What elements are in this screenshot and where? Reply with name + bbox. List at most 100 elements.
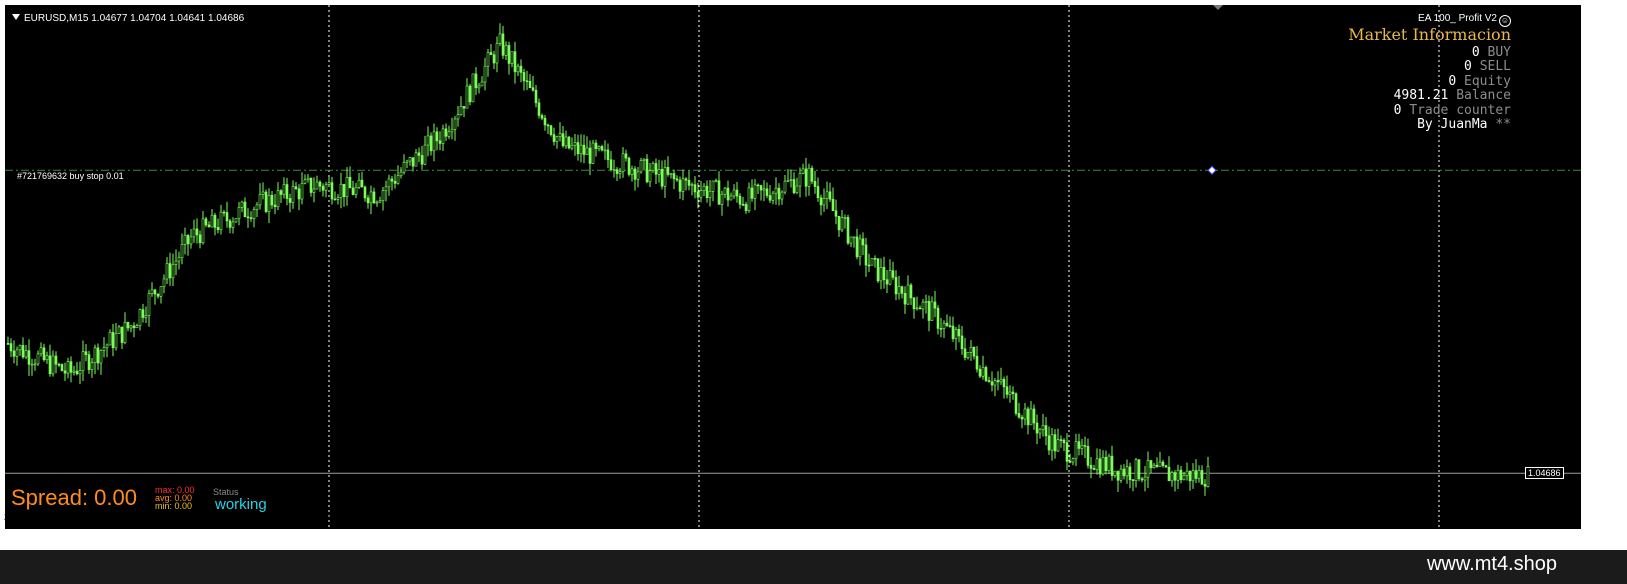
candle-body bbox=[1200, 470, 1204, 485]
candle-body bbox=[183, 234, 187, 245]
candle-body bbox=[633, 168, 637, 180]
candle-body bbox=[561, 133, 565, 147]
candle-body bbox=[591, 142, 595, 164]
candle-body bbox=[723, 187, 727, 195]
candle-body bbox=[750, 187, 754, 199]
candle-body bbox=[702, 185, 706, 192]
candle-body bbox=[519, 65, 523, 73]
candle-body bbox=[1080, 445, 1084, 449]
candle-body bbox=[48, 355, 52, 375]
candle-body bbox=[1203, 484, 1207, 487]
candle-body bbox=[339, 183, 343, 199]
candle-body bbox=[249, 217, 253, 219]
candle-body bbox=[1035, 422, 1039, 434]
ea-name-text: EA 100_ Profit V2 bbox=[1418, 13, 1497, 24]
candle-body bbox=[99, 349, 103, 364]
candle-body bbox=[705, 185, 709, 199]
chart-shift-marker[interactable] bbox=[1213, 5, 1223, 10]
candle-body bbox=[693, 184, 697, 193]
candle-body bbox=[501, 33, 505, 56]
candle-body bbox=[1038, 428, 1042, 434]
candle-body bbox=[717, 180, 721, 205]
candle-body bbox=[597, 146, 601, 149]
price-chart[interactable] bbox=[5, 5, 1581, 529]
candle-body bbox=[675, 178, 679, 181]
candle-body bbox=[12, 350, 16, 357]
candle-body bbox=[381, 190, 385, 202]
price-scale[interactable]: 1.06195 1.06085 1.05975 1.05865 1.05760 … bbox=[1524, 5, 1624, 529]
candle-body bbox=[819, 197, 823, 206]
candle-body bbox=[33, 363, 37, 366]
candle-body bbox=[972, 346, 976, 357]
candle-body bbox=[366, 197, 370, 204]
candle-body bbox=[885, 279, 889, 285]
candle-body bbox=[204, 218, 208, 226]
candle-body bbox=[993, 380, 997, 386]
candle-body bbox=[420, 155, 424, 165]
x-label: 2 Oct 19:00 bbox=[991, 512, 1038, 522]
candle-body bbox=[603, 149, 607, 152]
candle-body bbox=[243, 201, 247, 218]
candle-body bbox=[1032, 408, 1036, 424]
candle-body bbox=[759, 185, 763, 191]
candle-body bbox=[228, 220, 232, 228]
candle-body bbox=[828, 191, 832, 200]
candle-body bbox=[1053, 434, 1057, 452]
candle-body bbox=[390, 178, 394, 182]
candle-body bbox=[516, 65, 520, 73]
candle-body bbox=[129, 325, 133, 329]
chart-plot-area[interactable]: EURUSD,M15 1.04677 1.04704 1.04641 1.046… bbox=[5, 5, 1581, 529]
candle-body bbox=[126, 321, 130, 329]
candle-body bbox=[513, 51, 517, 73]
candle-body bbox=[576, 142, 580, 155]
candle-body bbox=[153, 289, 157, 295]
candle-body bbox=[1086, 446, 1090, 466]
candle-body bbox=[294, 186, 298, 190]
candle-body bbox=[792, 179, 796, 194]
candle-body bbox=[639, 160, 643, 173]
candle-body bbox=[999, 379, 1003, 383]
info-line-trade-counter: 0 Trade counter bbox=[1393, 103, 1511, 118]
candle-body bbox=[714, 180, 718, 182]
candle-body bbox=[1050, 434, 1054, 451]
candle-body bbox=[579, 144, 583, 155]
candle-body bbox=[255, 204, 259, 210]
candle-body bbox=[21, 345, 25, 358]
candle-body bbox=[825, 191, 829, 199]
candle-body bbox=[321, 185, 325, 191]
candle-body bbox=[741, 203, 745, 206]
candle-body bbox=[231, 221, 235, 228]
symbol-ohlc-header: EURUSD,M15 1.04677 1.04704 1.04641 1.046… bbox=[12, 13, 244, 24]
candle-body bbox=[1008, 391, 1012, 395]
candle-body bbox=[558, 133, 562, 137]
candle-body bbox=[933, 301, 937, 309]
candle-body bbox=[105, 344, 109, 348]
candle-body bbox=[507, 45, 511, 64]
candle-body bbox=[1107, 455, 1111, 471]
y-label: 1.05215 bbox=[1530, 306, 1563, 316]
y-tick bbox=[1524, 504, 1528, 505]
candle-body bbox=[1137, 459, 1141, 480]
x-label: 2 Oct 03:00 bbox=[744, 512, 791, 522]
candle-body bbox=[447, 131, 451, 137]
candle-body bbox=[273, 204, 277, 208]
candle-body bbox=[807, 167, 811, 187]
chevron-down-icon[interactable] bbox=[12, 14, 20, 20]
candle-body bbox=[171, 264, 175, 279]
candle-body bbox=[768, 195, 772, 201]
candle-body bbox=[537, 102, 541, 116]
candle-body bbox=[1068, 461, 1072, 463]
candle-body bbox=[1134, 459, 1138, 481]
chart-window: EURUSD,M15 1.04677 1.04704 1.04641 1.046… bbox=[0, 0, 1627, 550]
candle-body bbox=[42, 347, 46, 361]
candle-body bbox=[864, 244, 868, 266]
candle-body bbox=[246, 216, 250, 219]
candle-body bbox=[6, 343, 10, 345]
candle-body bbox=[861, 238, 865, 246]
candle-body bbox=[648, 170, 652, 183]
info-line-sell: 0 SELL bbox=[1464, 59, 1511, 74]
candle-body bbox=[867, 264, 871, 267]
candle-body bbox=[93, 347, 97, 363]
candle-body bbox=[198, 234, 202, 244]
candle-body bbox=[1110, 455, 1114, 476]
